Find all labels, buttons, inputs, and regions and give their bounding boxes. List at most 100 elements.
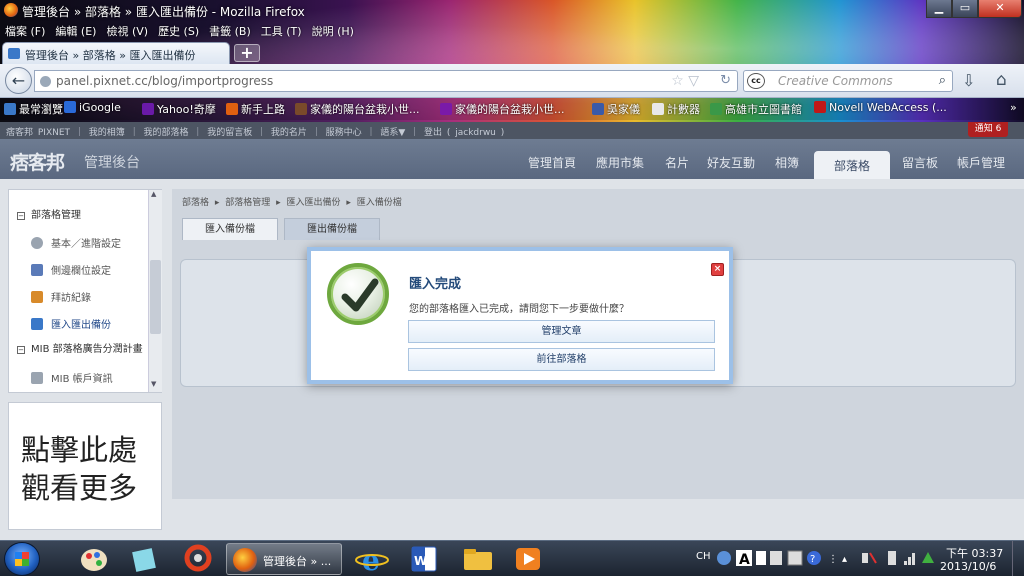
back-button[interactable]: ← xyxy=(5,67,32,94)
svg-text:?: ? xyxy=(810,554,815,565)
scroll-down-icon[interactable]: ▼ xyxy=(151,380,156,388)
clock-date[interactable]: 2013/10/6 xyxy=(940,560,996,573)
media-player-icon[interactable] xyxy=(506,544,550,574)
nav-account[interactable]: 帳戶管理 xyxy=(957,154,1005,171)
bookmarks-overflow-button[interactable]: » xyxy=(1010,101,1017,114)
menu-view[interactable]: 檢視 (V) xyxy=(101,21,153,41)
bookmark-item[interactable]: 高雄市立圖書館 xyxy=(710,101,802,117)
bookmark-item[interactable]: iGoogle xyxy=(64,101,121,114)
bookmarks-toolbar: 最常瀏覽 iGoogle Yahoo!奇摩 新手上路 家儀的陽台盆栽小世... … xyxy=(0,98,1024,120)
show-desktop-button[interactable] xyxy=(1012,541,1024,576)
input-language-indicator[interactable]: CH xyxy=(696,551,711,562)
pixnet-favicon-icon xyxy=(8,48,20,59)
creative-commons-icon: cc xyxy=(747,73,765,89)
backup-icon xyxy=(31,318,43,330)
checkmark-icon xyxy=(341,278,379,312)
bookmark-star-icon[interactable]: ☆ ▽ xyxy=(671,73,699,89)
bookmark-item[interactable]: 家儀的陽台盆栽小世... xyxy=(440,101,565,117)
svg-text:▴: ▴ xyxy=(842,554,847,565)
svg-text:⋮: ⋮ xyxy=(828,554,838,565)
sidebar-section-mib[interactable]: − MIB 部落格廣告分潤計畫 xyxy=(17,343,145,356)
dialog-message: 您的部落格匯入已完成，請問您下一步要做什麼？ xyxy=(409,304,629,315)
bookmark-item[interactable]: Yahoo!奇摩 xyxy=(142,101,216,117)
nav-dashboard[interactable]: 管理首頁 xyxy=(528,154,576,171)
nav-albums[interactable]: 相簿 xyxy=(775,154,799,171)
scroll-up-icon[interactable]: ▲ xyxy=(151,190,156,198)
sidebar-item-visits[interactable]: 拜訪紀錄 xyxy=(31,289,91,304)
new-tab-button[interactable]: + xyxy=(234,44,260,62)
sidebar-section-blog[interactable]: − 部落格管理 xyxy=(17,206,81,221)
bookmark-icon xyxy=(814,101,826,113)
bookmark-item[interactable]: 新手上路 xyxy=(226,101,285,117)
site-header: 痞客邦 管理後台 管理首頁 應用市集 名片 好友互動 相簿 部落格 留言板 帳戶… xyxy=(0,139,1024,179)
nav-card[interactable]: 名片 xyxy=(665,154,689,171)
bookmark-item[interactable]: 最常瀏覽 xyxy=(4,101,63,117)
bookmark-item[interactable]: 吳家儀 xyxy=(592,101,640,117)
dialog-close-button[interactable]: × xyxy=(711,263,724,276)
ad-banner[interactable]: 點擊此處 觀看更多 xyxy=(8,402,162,530)
menu-bookmarks[interactable]: 書籤 (B) xyxy=(204,21,256,41)
scroll-thumb[interactable] xyxy=(150,260,161,334)
nav-guestbook[interactable]: 留言板 xyxy=(902,154,938,171)
photoscape-app-icon[interactable] xyxy=(176,544,220,574)
taskbar-firefox-active[interactable]: 管理後台 » ... xyxy=(226,543,342,575)
notification-badge[interactable]: 通知 6 xyxy=(968,122,1008,137)
menu-tools[interactable]: 工具 (T) xyxy=(256,21,307,41)
notes-app-icon[interactable] xyxy=(122,544,166,574)
file-explorer-icon[interactable] xyxy=(456,544,500,574)
firefox-icon xyxy=(233,548,257,572)
tab-bar: 管理後台 » 部落格 » 匯入匯出備份 + xyxy=(0,40,1024,64)
bookmark-icon xyxy=(652,103,664,115)
bookmark-item[interactable]: 家儀的陽台盆栽小世... xyxy=(295,101,420,117)
nav-app-market[interactable]: 應用市集 xyxy=(596,154,644,171)
layout-icon xyxy=(31,264,43,276)
address-bar[interactable]: panel.pixnet.cc/blog/importprogress ☆ ▽ … xyxy=(34,70,738,92)
svg-text:W: W xyxy=(414,554,427,568)
windows-taskbar: 管理後台 » ... e W CH A ? ⋮ ▴ 下午 03:37 2013/… xyxy=(0,540,1024,576)
sidebar-scrollbar[interactable]: ▲ ▼ xyxy=(148,190,162,392)
sidebar: − 部落格管理 基本／進階設定 側邊欄位設定 拜訪紀錄 匯入匯出備份 − MIB 部… xyxy=(8,189,162,393)
bookmark-item[interactable]: Novell WebAccess (... xyxy=(814,101,947,114)
globe-icon xyxy=(40,76,51,87)
svg-text:A: A xyxy=(739,552,750,568)
bookmark-icon xyxy=(710,103,722,115)
sidebar-item-mib-account[interactable]: MIB 帳戶資訊 xyxy=(31,370,113,385)
menu-edit[interactable]: 編輯 (E) xyxy=(50,21,101,41)
close-window-button[interactable]: ✕ xyxy=(978,0,1022,18)
menu-help[interactable]: 說明 (H) xyxy=(307,21,359,41)
nav-friends[interactable]: 好友互動 xyxy=(707,154,755,171)
tab-import-backup[interactable]: 匯入備份檔 xyxy=(182,218,278,240)
minimize-button[interactable]: ▁ xyxy=(926,0,952,18)
browser-tab-active[interactable]: 管理後台 » 部落格 » 匯入匯出備份 xyxy=(2,42,230,64)
search-icon[interactable]: ⌕ xyxy=(939,73,946,88)
site-logo[interactable]: 痞客邦 xyxy=(10,148,65,175)
menu-file[interactable]: 檔案 (F) xyxy=(0,21,50,41)
maximize-button[interactable]: ▭ xyxy=(952,0,978,18)
search-placeholder: Creative Commons xyxy=(778,74,893,88)
paint-app-icon[interactable] xyxy=(72,544,116,574)
reload-icon[interactable]: ↻ xyxy=(720,73,731,88)
start-button[interactable] xyxy=(4,542,40,576)
sidebar-item-settings[interactable]: 基本／進階設定 xyxy=(31,235,121,250)
home-icon[interactable]: ⌂ xyxy=(996,70,1007,90)
tray-icons[interactable]: A ? ⋮ ▴ xyxy=(716,547,936,569)
breadcrumb[interactable]: 部落格 ▸ 部落格管理 ▸ 匯入匯出備份 ▸ 匯入備份檔 xyxy=(182,195,402,208)
download-icon[interactable]: ⇩ xyxy=(962,71,975,90)
word-app-icon[interactable]: W xyxy=(402,544,446,574)
sidebar-item-import-export[interactable]: 匯入匯出備份 xyxy=(31,316,111,331)
firefox-icon xyxy=(4,3,18,17)
clock-time[interactable]: 下午 03:37 xyxy=(946,545,1003,561)
bookmark-item[interactable]: 計數器 xyxy=(652,101,700,117)
account-icon xyxy=(31,372,43,384)
manage-articles-button[interactable]: 管理文章 xyxy=(408,320,715,343)
tab-export-backup[interactable]: 匯出備份檔 xyxy=(284,218,380,240)
bookmark-icon xyxy=(592,103,604,115)
nav-blog-active[interactable]: 部落格 xyxy=(814,151,890,179)
menu-history[interactable]: 歷史 (S) xyxy=(153,21,204,41)
site-top-links[interactable]: 痞客邦 PIXNET ｜ 我的相簿 ｜ 我的部落格 ｜ 我的留言板 ｜ 我的名片… xyxy=(6,125,504,138)
sidebar-item-sidebar-settings[interactable]: 側邊欄位設定 xyxy=(31,262,111,277)
search-input[interactable]: cc Creative Commons ⌕ xyxy=(743,70,953,92)
navigation-bar: ← panel.pixnet.cc/blog/importprogress ☆ … xyxy=(0,64,1024,98)
internet-explorer-icon[interactable]: e xyxy=(350,544,394,576)
go-to-blog-button[interactable]: 前往部落格 xyxy=(408,348,715,371)
